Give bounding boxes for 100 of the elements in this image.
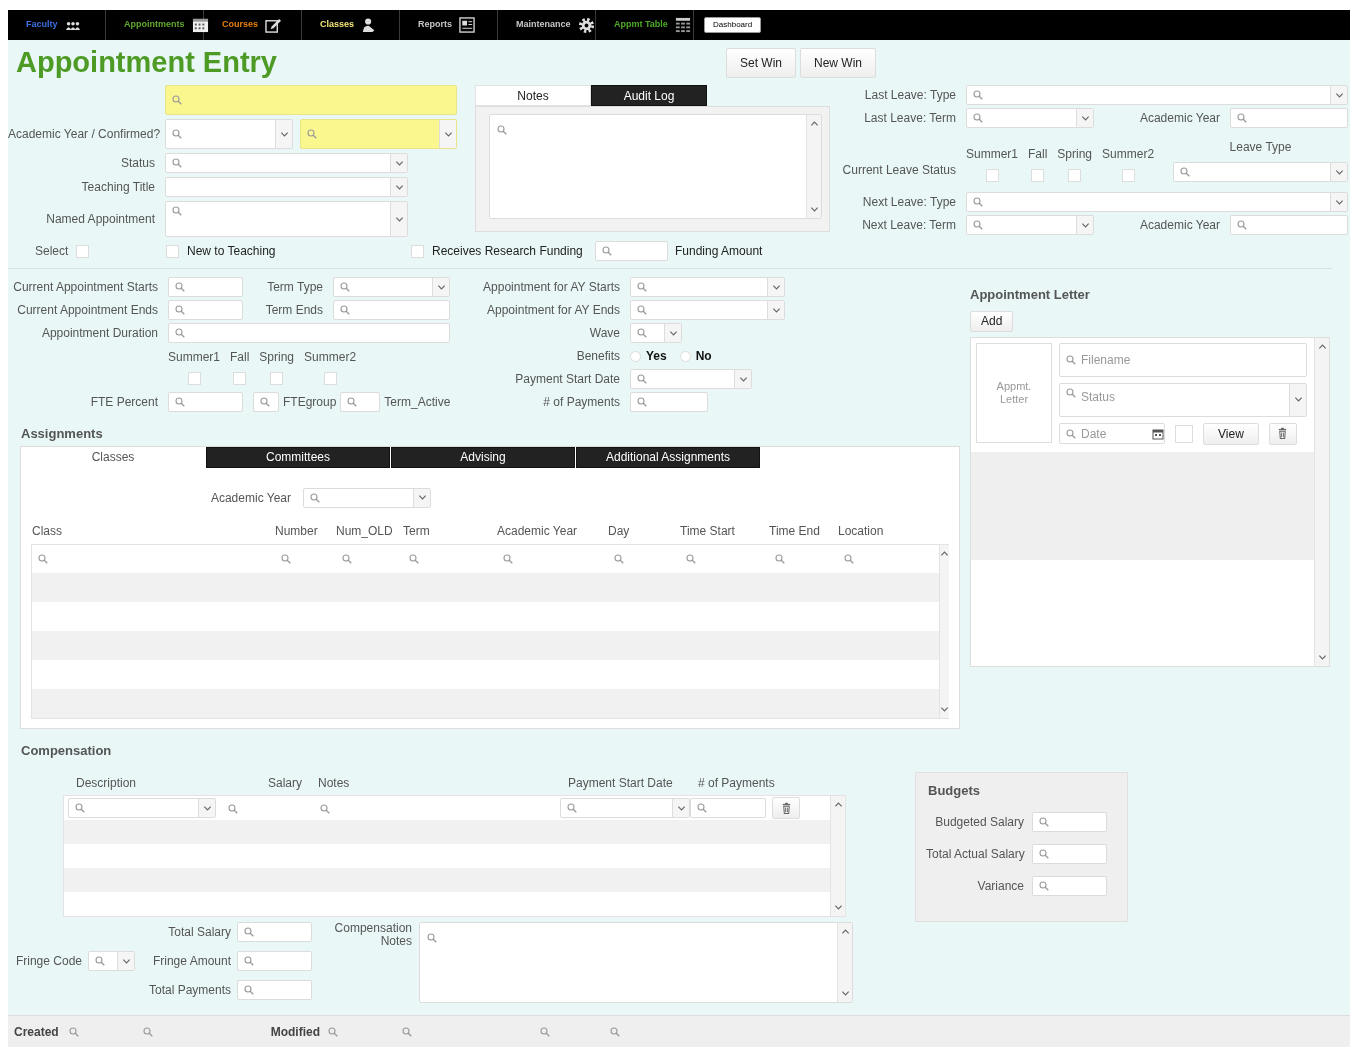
radio-button[interactable] <box>630 350 641 362</box>
search-field[interactable] <box>237 951 312 971</box>
dropdown-field[interactable] <box>1173 162 1348 182</box>
nav-link[interactable]: Classes <box>320 18 355 32</box>
search-icon[interactable] <box>503 554 513 565</box>
search-field[interactable] <box>237 922 312 942</box>
search-field[interactable] <box>168 392 243 412</box>
search-icon[interactable] <box>228 803 238 814</box>
checkbox[interactable] <box>985 169 999 182</box>
nav-link[interactable]: Reports <box>418 18 452 32</box>
dropdown-field[interactable] <box>88 951 135 971</box>
search-icon[interactable] <box>409 554 419 565</box>
tab[interactable]: Advising <box>391 446 575 468</box>
checkbox[interactable] <box>76 244 90 258</box>
search-icon[interactable] <box>328 1026 338 1037</box>
nav-link[interactable]: Appmt Table <box>614 18 668 32</box>
dashboard-button[interactable]: Dashboard <box>704 17 762 33</box>
search-field[interactable] <box>690 798 766 818</box>
search-icon[interactable] <box>68 1026 79 1037</box>
dropdown-field[interactable] <box>630 323 682 343</box>
search-field[interactable] <box>1032 844 1107 865</box>
dropdown-field[interactable] <box>165 153 408 173</box>
dropdown-field[interactable] <box>68 798 216 818</box>
radio-button[interactable] <box>679 350 691 362</box>
checkbox[interactable] <box>323 372 337 385</box>
text-area[interactable] <box>419 922 853 1003</box>
search-icon[interactable] <box>142 1026 153 1037</box>
dropdown-field[interactable] <box>630 300 785 320</box>
checkbox[interactable] <box>1121 169 1135 182</box>
window-button[interactable]: Set Win <box>726 47 796 78</box>
tab[interactable]: Committees <box>206 446 390 468</box>
dropdown-field[interactable] <box>303 487 431 508</box>
scroll-bar[interactable] <box>939 544 949 718</box>
search-field[interactable] <box>168 300 243 320</box>
search-icon[interactable] <box>320 803 330 814</box>
window-button[interactable]: New Win <box>800 47 877 78</box>
dropdown-field[interactable] <box>966 215 1094 235</box>
search-field[interactable] <box>340 392 381 412</box>
dropdown-field[interactable] <box>630 277 785 297</box>
search-icon[interactable] <box>342 554 352 565</box>
checkbox[interactable] <box>1031 169 1045 182</box>
search-icon[interactable] <box>775 554 785 565</box>
nav-link[interactable]: Maintenance <box>516 18 571 32</box>
search-icon[interactable] <box>402 1026 412 1037</box>
search-field[interactable] <box>630 392 708 412</box>
search-icon[interactable] <box>844 554 854 565</box>
search-icon[interactable] <box>38 554 48 565</box>
text-area[interactable] <box>489 114 822 219</box>
dropdown-field[interactable] <box>165 119 293 149</box>
checkbox[interactable] <box>411 244 424 258</box>
scroll-bar[interactable] <box>1314 337 1329 666</box>
dropdown-field[interactable] <box>966 85 1348 105</box>
calendar-icon[interactable] <box>191 17 209 33</box>
tab[interactable]: Notes <box>475 85 591 106</box>
checkbox[interactable] <box>1068 169 1082 182</box>
search-icon[interactable] <box>610 1026 620 1037</box>
search-field[interactable] <box>1032 812 1107 833</box>
delete-button[interactable] <box>772 797 800 819</box>
document-icon[interactable] <box>459 17 475 33</box>
search-icon[interactable] <box>686 554 696 565</box>
dropdown-field[interactable] <box>165 177 408 197</box>
search-field[interactable] <box>1230 215 1348 235</box>
dropdown-field[interactable] <box>630 369 752 389</box>
dropdown-field[interactable] <box>966 192 1348 212</box>
search-field[interactable] <box>168 277 243 297</box>
search-field[interactable] <box>1230 108 1348 128</box>
search-field[interactable] <box>1032 876 1107 897</box>
search-field[interactable] <box>168 323 450 343</box>
add-button[interactable]: Add <box>970 310 1014 332</box>
table-icon[interactable] <box>674 17 691 33</box>
search-field[interactable] <box>237 980 312 1000</box>
nav-link[interactable]: Faculty <box>26 18 58 32</box>
dropdown-field[interactable] <box>300 119 457 149</box>
search-icon[interactable] <box>540 1026 550 1037</box>
checkbox[interactable] <box>166 244 179 258</box>
search-icon[interactable] <box>614 554 624 565</box>
dropdown-field[interactable] <box>165 201 408 237</box>
checkbox[interactable] <box>270 372 284 385</box>
search-field[interactable] <box>253 392 279 412</box>
search-field[interactable] <box>165 85 457 115</box>
scroll-bar[interactable] <box>830 796 845 916</box>
dropdown-field[interactable] <box>333 277 450 297</box>
people-icon[interactable] <box>64 19 81 31</box>
edit-icon[interactable] <box>265 17 282 33</box>
search-field[interactable] <box>595 241 668 261</box>
delete-button[interactable] <box>1268 422 1297 445</box>
dropdown-field[interactable] <box>966 108 1094 128</box>
search-field[interactable] <box>333 300 450 320</box>
checkbox[interactable] <box>187 372 201 385</box>
gear-icon[interactable] <box>577 16 595 34</box>
checkbox[interactable] <box>1175 424 1193 443</box>
nav-link[interactable]: Appointments <box>124 18 185 32</box>
nav-link[interactable]: Courses <box>222 18 258 32</box>
view-button[interactable]: View <box>1203 422 1259 445</box>
search-icon[interactable] <box>281 554 291 565</box>
calendar-icon[interactable] <box>1152 427 1164 440</box>
tab[interactable]: Additional Assignments <box>576 446 760 468</box>
dropdown-field[interactable] <box>560 798 690 818</box>
tab[interactable]: Audit Log <box>591 85 707 106</box>
checkbox[interactable] <box>233 372 247 385</box>
